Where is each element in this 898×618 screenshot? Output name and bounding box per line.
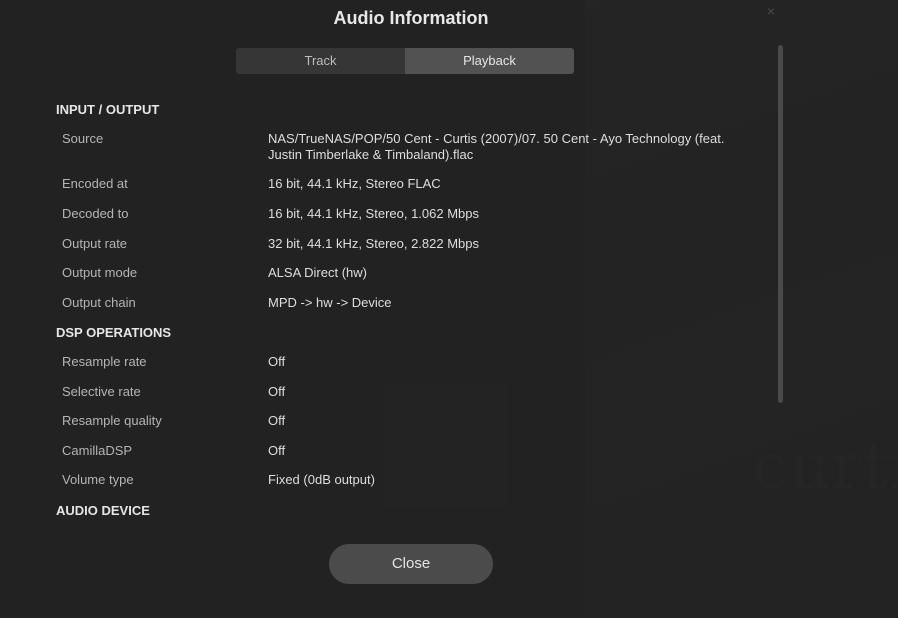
content-scrollbar[interactable] bbox=[778, 45, 783, 403]
info-content: INPUT / OUTPUT Source NAS/TrueNAS/POP/50… bbox=[56, 92, 756, 524]
audio-info-dialog: Audio Information × Track Playback INPUT… bbox=[0, 0, 898, 618]
row-value-decoded-to: 16 bit, 44.1 kHz, Stereo, 1.062 Mbps bbox=[268, 206, 480, 221]
app-stage: curtis Audio Information × Track Playbac… bbox=[0, 0, 898, 618]
row-value-output-chain: MPD -> hw -> Device bbox=[268, 295, 392, 310]
row-label-resample-rate: Resample rate bbox=[62, 354, 147, 369]
row-label-encoded-at: Encoded at bbox=[62, 176, 128, 191]
section-heading-dsp-operations: DSP OPERATIONS bbox=[56, 325, 172, 340]
row-value-selective-rate: Off bbox=[268, 384, 286, 399]
row-label-camilladsp: CamillaDSP bbox=[62, 443, 133, 458]
row-label-decoded-to: Decoded to bbox=[62, 206, 129, 221]
row-value-volume-type: Fixed (0dB output) bbox=[268, 472, 375, 487]
tab-bar: Track Playback bbox=[236, 48, 574, 74]
row-value-camilladsp: Off bbox=[268, 443, 286, 458]
row-label-resample-quality: Resample quality bbox=[62, 413, 162, 428]
row-label-output-rate: Output rate bbox=[62, 236, 128, 251]
row-value-source: NAS/TrueNAS/POP/50 Cent - Curtis (2007)/… bbox=[268, 131, 725, 162]
row-value-output-mode: ALSA Direct (hw) bbox=[268, 265, 367, 280]
dialog-title: Audio Information bbox=[333, 8, 489, 28]
row-label-volume-type: Volume type bbox=[62, 472, 134, 487]
row-label-output-mode: Output mode bbox=[62, 265, 138, 280]
row-label-output-chain: Output chain bbox=[62, 295, 136, 310]
tab-playback[interactable]: Playback bbox=[405, 48, 574, 74]
row-value-output-rate: 32 bit, 44.1 kHz, Stereo, 2.822 Mbps bbox=[268, 236, 480, 251]
tab-track[interactable]: Track bbox=[236, 48, 405, 74]
close-icon[interactable]: × bbox=[764, 3, 778, 19]
section-heading-input-output: INPUT / OUTPUT bbox=[56, 102, 160, 117]
row-value-resample-rate: Off bbox=[268, 354, 286, 369]
section-heading-audio-device: AUDIO DEVICE bbox=[56, 503, 150, 518]
row-label-source: Source bbox=[62, 131, 104, 146]
row-value-resample-quality: Off bbox=[268, 413, 286, 428]
row-label-selective-rate: Selective rate bbox=[62, 384, 141, 399]
row-value-encoded-at: 16 bit, 44.1 kHz, Stereo FLAC bbox=[268, 176, 441, 191]
close-button[interactable]: Close bbox=[329, 544, 493, 584]
